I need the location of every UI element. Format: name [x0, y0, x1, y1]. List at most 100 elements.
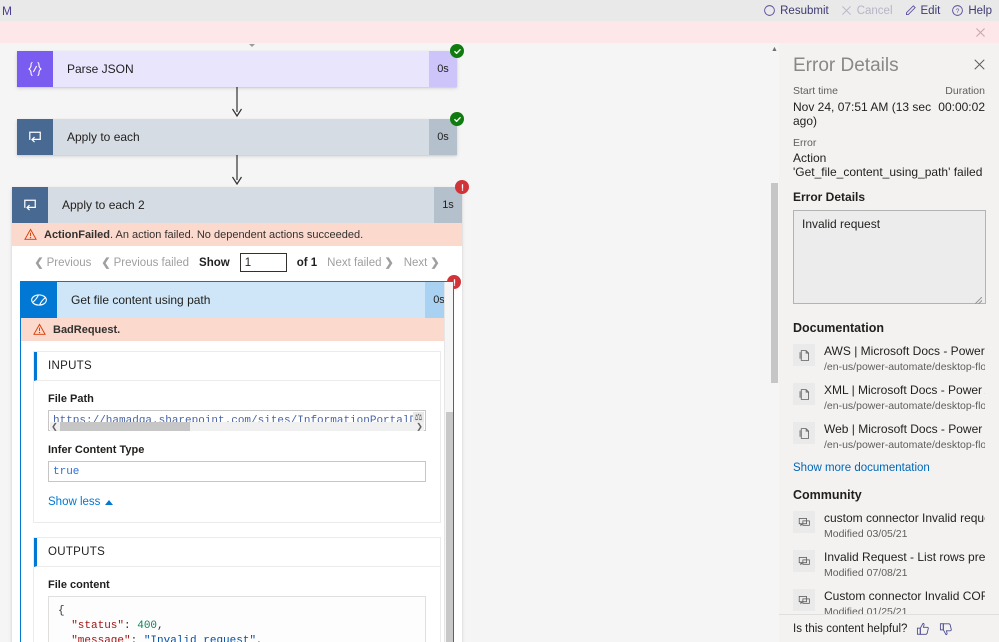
edit-button[interactable]: Edit [904, 4, 941, 17]
pane-title: Error Details [793, 55, 899, 76]
outputs-field-label: File content [48, 579, 110, 591]
pager-previous-label: Previous [46, 256, 92, 269]
flow-step-title: Parse JSON [67, 62, 134, 76]
flow-step-header[interactable]: Apply to each 2 1s [12, 180, 469, 223]
help-label: Help [968, 4, 992, 17]
error-details-textarea[interactable]: Invalid request [793, 210, 986, 304]
duration-label: Duration [945, 85, 985, 97]
group-error-text: ActionFailed. An action failed. No depen… [44, 229, 363, 241]
outputs-box: OUTPUTS File content { "status": 400, "m… [33, 537, 441, 642]
thumbs-up-icon[interactable] [916, 622, 930, 636]
pager-previous-button[interactable]: ❮ Previous [34, 256, 92, 270]
close-icon[interactable] [974, 55, 985, 70]
community-post-title: custom connector Invalid request ob [824, 511, 985, 525]
documentation-link-title: AWS | Microsoft Docs - Power Autom [824, 344, 985, 358]
community-post-meta: Modified 07/08/21 [824, 567, 908, 579]
documentation-link-url: /en-us/power-automate/desktop-flows/ac1 [824, 361, 985, 373]
scroll-up-arrow-icon[interactable]: ▲ [770, 43, 779, 55]
documentation-link-text: AWS | Microsoft Docs - Power Autom /en-u… [824, 344, 985, 374]
json-message-value: "Invalid request" [143, 635, 257, 642]
cancel-icon [840, 4, 853, 17]
action-get-file-content[interactable]: Get file content using path 0s [21, 275, 461, 318]
file-path-input[interactable]: https://hamadqa.sharepoint.com/sites/Inf… [48, 410, 426, 431]
error-label: Error [793, 137, 817, 149]
action-body: INPUTS File Path https://hamadqa.sharepo… [21, 341, 453, 642]
documentation-link-item[interactable]: AWS | Microsoft Docs - Power Autom /en-u… [793, 344, 985, 374]
nested-panel-scroll-thumb[interactable] [446, 412, 453, 642]
community-post-item[interactable]: custom connector Invalid request ob Modi… [793, 511, 985, 541]
flow-column: Parse JSON 0s Apply to each 0s Apply to … [12, 43, 469, 642]
flow-connector-arrow-2 [17, 155, 457, 187]
command-bar: M Resubmit Cancel Edit ? Help [0, 0, 999, 21]
status-badge-success [450, 112, 464, 126]
show-less-toggle[interactable]: Show less [48, 496, 114, 508]
error-details-textarea-wrap: Invalid request [793, 204, 986, 307]
group-error-strip: ActionFailed. An action failed. No depen… [12, 223, 462, 246]
start-time-label: Start time [793, 85, 838, 97]
error-details-pane: Error Details Start time Duration Nov 24… [779, 43, 999, 642]
documentation-link-title: XML | Microsoft Docs - Power Autom [824, 383, 985, 397]
canvas-scrollbar[interactable]: ▲ [770, 43, 779, 642]
pane-meta-row: Start time Duration [793, 85, 985, 97]
scroll-thumb[interactable] [60, 422, 190, 431]
group-error-message: . An action failed. No dependent actions… [110, 228, 364, 241]
run-details-screen: M Resubmit Cancel Edit ? Help Parse JSON… [0, 0, 999, 642]
chevron-left-icon: ❮ [34, 257, 44, 269]
pager-next-failed-label: Next failed [327, 256, 382, 269]
scroll-left-arrow-icon[interactable]: ❮ [50, 422, 59, 431]
flow-failed-group: Apply to each 2 1s ActionFailed. An acti… [12, 180, 469, 642]
inputs-body: File Path https://hamadqa.sharepoint.com… [34, 381, 440, 522]
show-less-label: Show less [48, 496, 101, 508]
command-bar-actions: Resubmit Cancel Edit ? Help [763, 4, 999, 17]
flow-step-parse-json[interactable]: Parse JSON 0s [17, 44, 464, 87]
flow-step-apply-to-each[interactable]: Apply to each 0s [17, 112, 464, 155]
close-icon[interactable] [973, 25, 987, 39]
nested-panel-scrollbar[interactable] [444, 282, 453, 642]
nested-action-panel: Get file content using path 0s BadReques… [20, 275, 461, 642]
inputs-box: INPUTS File Path https://hamadqa.sharepo… [33, 351, 441, 523]
error-details-label: Error Details [793, 190, 866, 204]
chevron-up-icon [105, 499, 114, 505]
duration-block: Duration [945, 85, 985, 97]
thumbs-down-icon[interactable] [939, 622, 953, 636]
infer-content-type-input[interactable]: true [48, 461, 426, 482]
documentation-link-item[interactable]: Web | Microsoft Docs - Power Autom /en-u… [793, 422, 985, 452]
warning-triangle-icon [24, 228, 37, 241]
pager-previous-failed-button[interactable]: ❮ Previous failed [101, 256, 189, 270]
documentation-link-text: XML | Microsoft Docs - Power Autom /en-u… [824, 383, 985, 413]
resubmit-icon [763, 4, 776, 17]
field-label: Infer Content Type [48, 444, 145, 456]
error-banner [0, 21, 999, 43]
outputs-body: File content { "status": 400, "message":… [34, 567, 440, 642]
flow-connector-arrow-1 [17, 87, 457, 119]
edit-label: Edit [920, 4, 941, 17]
pager-next-failed-button[interactable]: Next failed ❯ [327, 256, 394, 270]
community-post-item[interactable]: Invalid Request - List rows present in M… [793, 550, 985, 580]
show-more-documentation-link[interactable]: Show more documentation [793, 462, 985, 474]
file-path-hscrollbar[interactable]: ❮ ❯ [50, 422, 424, 431]
start-time-block: Start time [793, 85, 945, 97]
warning-triangle-icon [33, 323, 46, 336]
scroll-right-arrow-icon[interactable]: ❯ [415, 422, 424, 431]
cancel-label: Cancel [856, 4, 893, 17]
pager-next-button[interactable]: Next ❯ [404, 256, 440, 270]
forum-icon [793, 589, 815, 611]
cancel-button[interactable]: Cancel [840, 4, 893, 17]
action-title: Get file content using path [71, 293, 211, 307]
community-post-text: Invalid Request - List rows present in M… [824, 550, 985, 580]
pager-page-input[interactable] [239, 253, 287, 272]
canvas-scroll-thumb[interactable] [771, 183, 778, 383]
documentation-link-url: /en-us/power-automate/desktop-flows/ac1 [824, 400, 985, 412]
error-value: Action 'Get_file_content_using_path' fai… [793, 151, 983, 179]
pane-meta-values: Nov 24, 07:51 AM (13 sec ago) 00:00:02 [793, 98, 985, 128]
documentation-link-item[interactable]: XML | Microsoft Docs - Power Autom /en-u… [793, 383, 985, 413]
documentation-link-title: Web | Microsoft Docs - Power Autom [824, 422, 985, 436]
document-icon [793, 422, 815, 444]
resubmit-button[interactable]: Resubmit [763, 4, 829, 17]
flow-step-apply-to-each-2[interactable]: Apply to each 2 1s [12, 180, 469, 223]
documentation-link-url: /en-us/power-automate/desktop-flows/ac1 [824, 439, 985, 451]
collapse-caret-icon[interactable] [249, 44, 255, 47]
community-heading: Community [793, 488, 862, 502]
help-button[interactable]: ? Help [951, 4, 992, 17]
edit-pencil-icon [904, 4, 917, 17]
